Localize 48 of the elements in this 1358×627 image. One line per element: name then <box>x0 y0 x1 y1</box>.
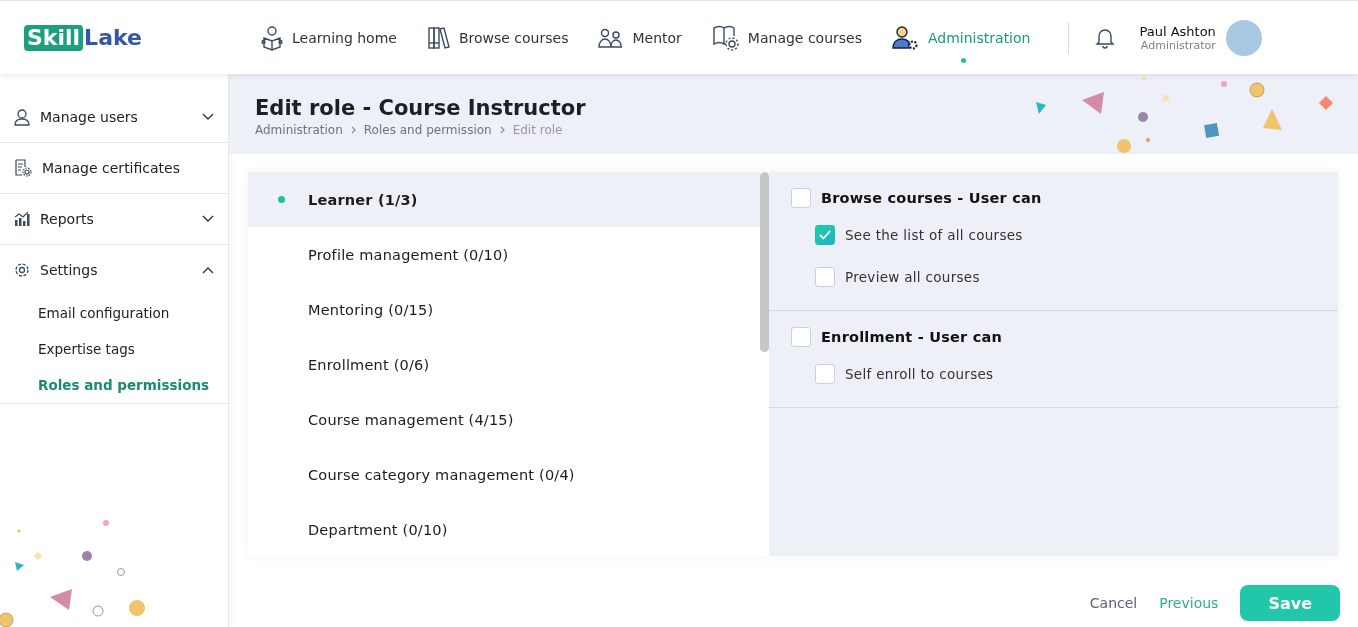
category-item[interactable]: Learner (1/3) <box>248 172 760 227</box>
sidebar-item[interactable]: Reports <box>0 194 228 244</box>
notification-bell-icon[interactable] <box>1095 26 1116 49</box>
settings-icon <box>14 262 30 278</box>
permission-label: See the list of all courses <box>845 227 1023 243</box>
chevron-right-icon <box>499 126 505 134</box>
sidebar-subitem[interactable]: Expertise tags <box>0 331 135 367</box>
reader-icon <box>260 24 284 51</box>
checkbox[interactable] <box>791 327 811 347</box>
sidebar-item[interactable]: Manage certificates <box>0 143 228 193</box>
page-title: Edit role - Course Instructor <box>255 96 587 120</box>
scrollbar-thumb[interactable] <box>760 172 769 352</box>
sidebar-item[interactable]: Settings <box>0 245 228 295</box>
chevron-right-icon <box>350 126 356 134</box>
check-icon <box>819 230 831 240</box>
permission-group-label: Enrollment - User can <box>821 329 1002 345</box>
permission-label: Self enroll to courses <box>845 366 994 382</box>
user-role: Administrator <box>1140 38 1216 52</box>
logo[interactable]: Skill Lake <box>24 24 260 51</box>
books-icon <box>426 25 451 50</box>
sidebar-item[interactable]: Manage users <box>0 92 228 142</box>
nav-tab[interactable]: Manage courses <box>711 9 862 66</box>
checkbox[interactable] <box>815 225 835 245</box>
cancel-button[interactable]: Cancel <box>1089 595 1138 611</box>
admin-user-icon <box>892 24 920 51</box>
checkbox[interactable] <box>815 267 835 287</box>
checkbox[interactable] <box>791 188 811 208</box>
people-icon <box>598 26 625 49</box>
chevron-up-icon[interactable] <box>202 266 214 274</box>
breadcrumb-link[interactable]: Administration <box>255 123 343 137</box>
nav-tab[interactable]: Mentor <box>598 12 682 63</box>
sidebar-subitem[interactable]: Roles and permissions <box>0 367 210 403</box>
sidebar-subitem[interactable]: Email configuration <box>0 295 170 331</box>
chevron-down-icon[interactable] <box>202 215 214 223</box>
certificate-icon <box>14 159 32 177</box>
nav-tab[interactable]: Browse courses <box>426 11 569 64</box>
avatar[interactable] <box>1225 19 1262 56</box>
bar-chart-icon <box>14 211 30 227</box>
user-icon <box>14 108 30 126</box>
nav-tab[interactable]: Learning home <box>260 10 397 65</box>
checkbox[interactable] <box>815 364 835 384</box>
permission-label: Preview all courses <box>845 269 980 285</box>
chevron-down-icon[interactable] <box>202 113 214 121</box>
breadcrumb-link[interactable]: Roles and permission <box>363 123 492 137</box>
book-gear-icon <box>711 23 740 52</box>
nav-tab[interactable]: Administration <box>892 10 1031 65</box>
user-name: Paul Ashton <box>1139 23 1216 39</box>
permission-group-label: Browse courses - User can <box>821 190 1042 206</box>
